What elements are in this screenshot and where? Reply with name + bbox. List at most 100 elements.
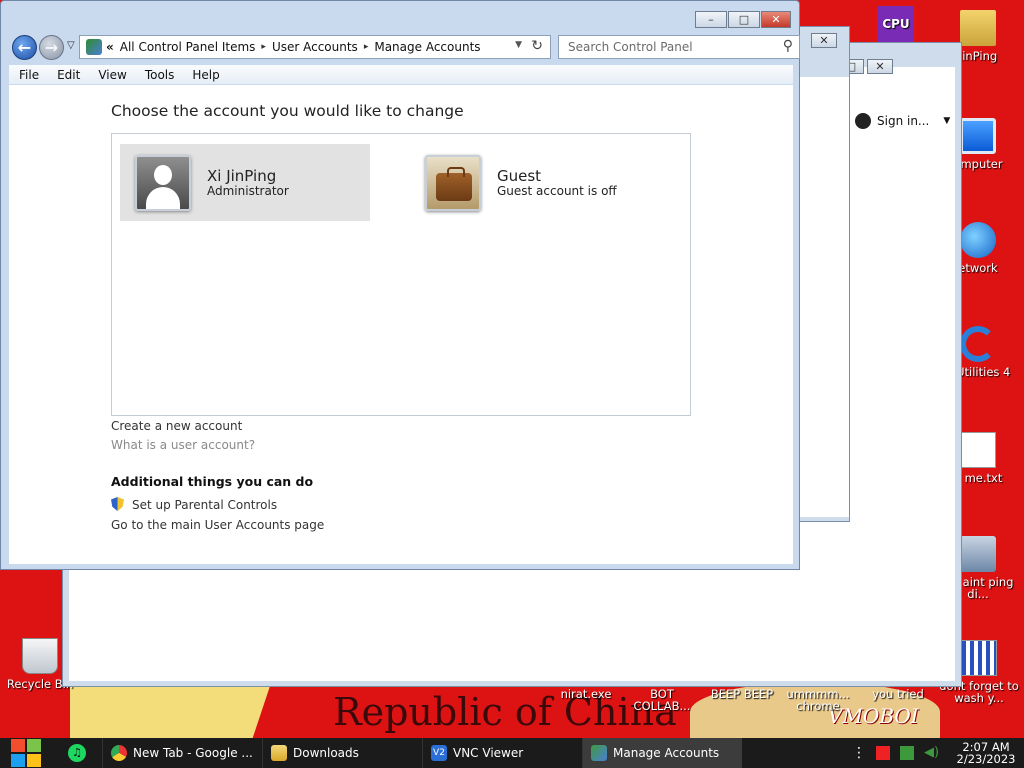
accounts-list: Xi JinPing Administrator Guest Guest acc…: [111, 133, 691, 416]
task-vnc-viewer[interactable]: V2 VNC Viewer: [422, 738, 582, 768]
additional-section-heading: Additional things you can do: [111, 474, 314, 489]
menu-bar: File Edit View Tools Help: [9, 65, 793, 84]
volume-icon[interactable]: ◀): [924, 746, 939, 760]
overflow-icon[interactable]: ⋮: [852, 745, 866, 761]
forward-button[interactable]: →: [39, 35, 64, 60]
cpuz-icon: CPU: [878, 6, 914, 42]
folder-icon: [271, 745, 287, 761]
desktop-icon-label: ummmm... chrome: [786, 687, 850, 713]
account-tile-admin[interactable]: Xi JinPing Administrator: [120, 144, 370, 221]
parental-controls-label: Set up Parental Controls: [132, 498, 278, 512]
uac-shield-icon: [111, 497, 124, 511]
account-tile-guest[interactable]: Guest Guest account is off: [410, 144, 660, 221]
close-button[interactable]: ✕: [761, 11, 791, 28]
taskbar: ♫ New Tab - Google ... Downloads V2 VNC …: [0, 738, 1024, 768]
account-name: Xi JinPing: [207, 166, 277, 185]
background-window-2-body: [797, 77, 849, 517]
user-avatar-icon: [135, 154, 191, 211]
minimize-button[interactable]: –: [695, 11, 727, 28]
desktop-icon-label: BEEP BEEP: [710, 687, 774, 701]
account-info: Xi JinPing Administrator: [207, 168, 289, 198]
person-icon: [855, 113, 871, 129]
desktop-icon-label: you tried: [872, 687, 924, 701]
desktop-icon-label: etwork: [958, 261, 998, 275]
guest-briefcase-icon: [425, 154, 481, 211]
clock-date: 2/23/2023: [956, 752, 1016, 766]
sign-in-label: Sign in...: [877, 114, 930, 128]
task-label: Downloads: [293, 746, 359, 760]
page-title: Choose the account you would like to cha…: [111, 102, 464, 120]
desktop-icon-you-tried[interactable]: you tried: [858, 688, 938, 700]
breadcrumb-overflow[interactable]: «: [106, 40, 114, 54]
address-dropdown-icon[interactable]: ▼: [515, 40, 522, 50]
menu-view[interactable]: View: [98, 68, 126, 82]
search-icon[interactable]: ⚲: [783, 38, 793, 54]
task-label: VNC Viewer: [453, 746, 524, 760]
desktop-icon-bot-collab[interactable]: BOT COLLAB...: [622, 688, 702, 712]
account-info: Guest Guest account is off: [497, 168, 617, 198]
parental-controls-link[interactable]: Set up Parental Controls: [111, 497, 277, 512]
spotify-icon: ♫: [68, 744, 86, 762]
close-button[interactable]: ✕: [811, 33, 837, 48]
user-accounts-icon: [591, 745, 607, 761]
utilities-icon: [960, 326, 996, 362]
caption-buttons: – □ ✕: [695, 11, 791, 28]
account-status: Guest account is off: [497, 183, 617, 198]
breadcrumb-all-control-panel[interactable]: All Control Panel Items: [120, 40, 256, 54]
chrome-icon: [111, 745, 127, 761]
task-manage-accounts[interactable]: Manage Accounts: [582, 738, 742, 768]
maximize-button[interactable]: □: [728, 11, 760, 28]
content-pane: Choose the account you would like to cha…: [9, 85, 793, 564]
breadcrumb-manage-accounts[interactable]: Manage Accounts: [374, 40, 480, 54]
user-folder-icon: [960, 10, 996, 46]
control-panel-icon: [86, 39, 102, 55]
text-file-icon: [960, 432, 996, 468]
search-input[interactable]: Search Control Panel ⚲: [558, 35, 800, 59]
menu-edit[interactable]: Edit: [57, 68, 80, 82]
chevron-down-icon: ▼: [943, 116, 951, 126]
main-user-accounts-link[interactable]: Go to the main User Accounts page: [111, 518, 324, 532]
network-tray-icon[interactable]: [900, 746, 914, 760]
close-button[interactable]: ✕: [867, 59, 893, 74]
sign-in-button[interactable]: Sign in... ▼: [855, 109, 955, 133]
desktop-icon-label: BOT COLLAB...: [633, 687, 691, 713]
network-icon: [960, 222, 996, 258]
desktop-icon-label: JinPing: [958, 49, 998, 63]
manage-accounts-window[interactable]: – □ ✕ ← → ▽ « All Control Panel Items ▸ …: [0, 0, 800, 570]
menu-file[interactable]: File: [19, 68, 39, 82]
menu-tools[interactable]: Tools: [145, 68, 175, 82]
account-status: Administrator: [207, 183, 289, 198]
computer-icon: [960, 118, 996, 154]
calendar-icon: [961, 640, 997, 676]
breadcrumb-user-accounts[interactable]: User Accounts: [272, 40, 358, 54]
start-button[interactable]: [0, 738, 52, 768]
task-downloads[interactable]: Downloads: [262, 738, 422, 768]
clock[interactable]: 2:07 AM 2/23/2023: [948, 741, 1024, 765]
windows-logo-icon: [11, 739, 41, 767]
wallpaper-shape: [70, 686, 270, 738]
address-bar[interactable]: « All Control Panel Items ▸ User Account…: [79, 35, 551, 59]
refresh-icon[interactable]: ↻: [531, 38, 543, 54]
flag-icon[interactable]: [876, 746, 890, 760]
breadcrumb-arrow-icon[interactable]: ▸: [261, 42, 266, 52]
pc-icon: [960, 536, 996, 572]
recycle-bin-icon: [22, 638, 58, 674]
breadcrumb-arrow-icon[interactable]: ▸: [364, 42, 369, 52]
menu-help[interactable]: Help: [192, 68, 219, 82]
what-is-account-link[interactable]: What is a user account?: [111, 438, 255, 452]
vnc-icon: V2: [431, 745, 447, 761]
desktop-icon-nirat[interactable]: nirat.exe: [546, 688, 626, 700]
desktop-icon-label: nirat.exe: [560, 687, 612, 701]
navigation-bar: ← → ▽ « All Control Panel Items ▸ User A…: [9, 34, 800, 61]
create-account-link[interactable]: Create a new account: [111, 419, 242, 433]
back-button[interactable]: ←: [12, 35, 37, 60]
system-tray: ⋮ ◀) 2:07 AM 2/23/2023: [852, 738, 1024, 768]
desktop-icon-beep-beep[interactable]: BEEP BEEP: [702, 688, 782, 700]
account-name: Guest: [497, 166, 542, 185]
recent-pages-dropdown[interactable]: ▽: [67, 40, 75, 51]
search-placeholder: Search Control Panel: [568, 40, 693, 54]
task-label: New Tab - Google ...: [133, 746, 253, 760]
task-chrome[interactable]: New Tab - Google ...: [102, 738, 262, 768]
pinned-app[interactable]: ♫: [52, 738, 102, 768]
desktop-icon-chrome[interactable]: ummmm... chrome: [778, 688, 858, 712]
